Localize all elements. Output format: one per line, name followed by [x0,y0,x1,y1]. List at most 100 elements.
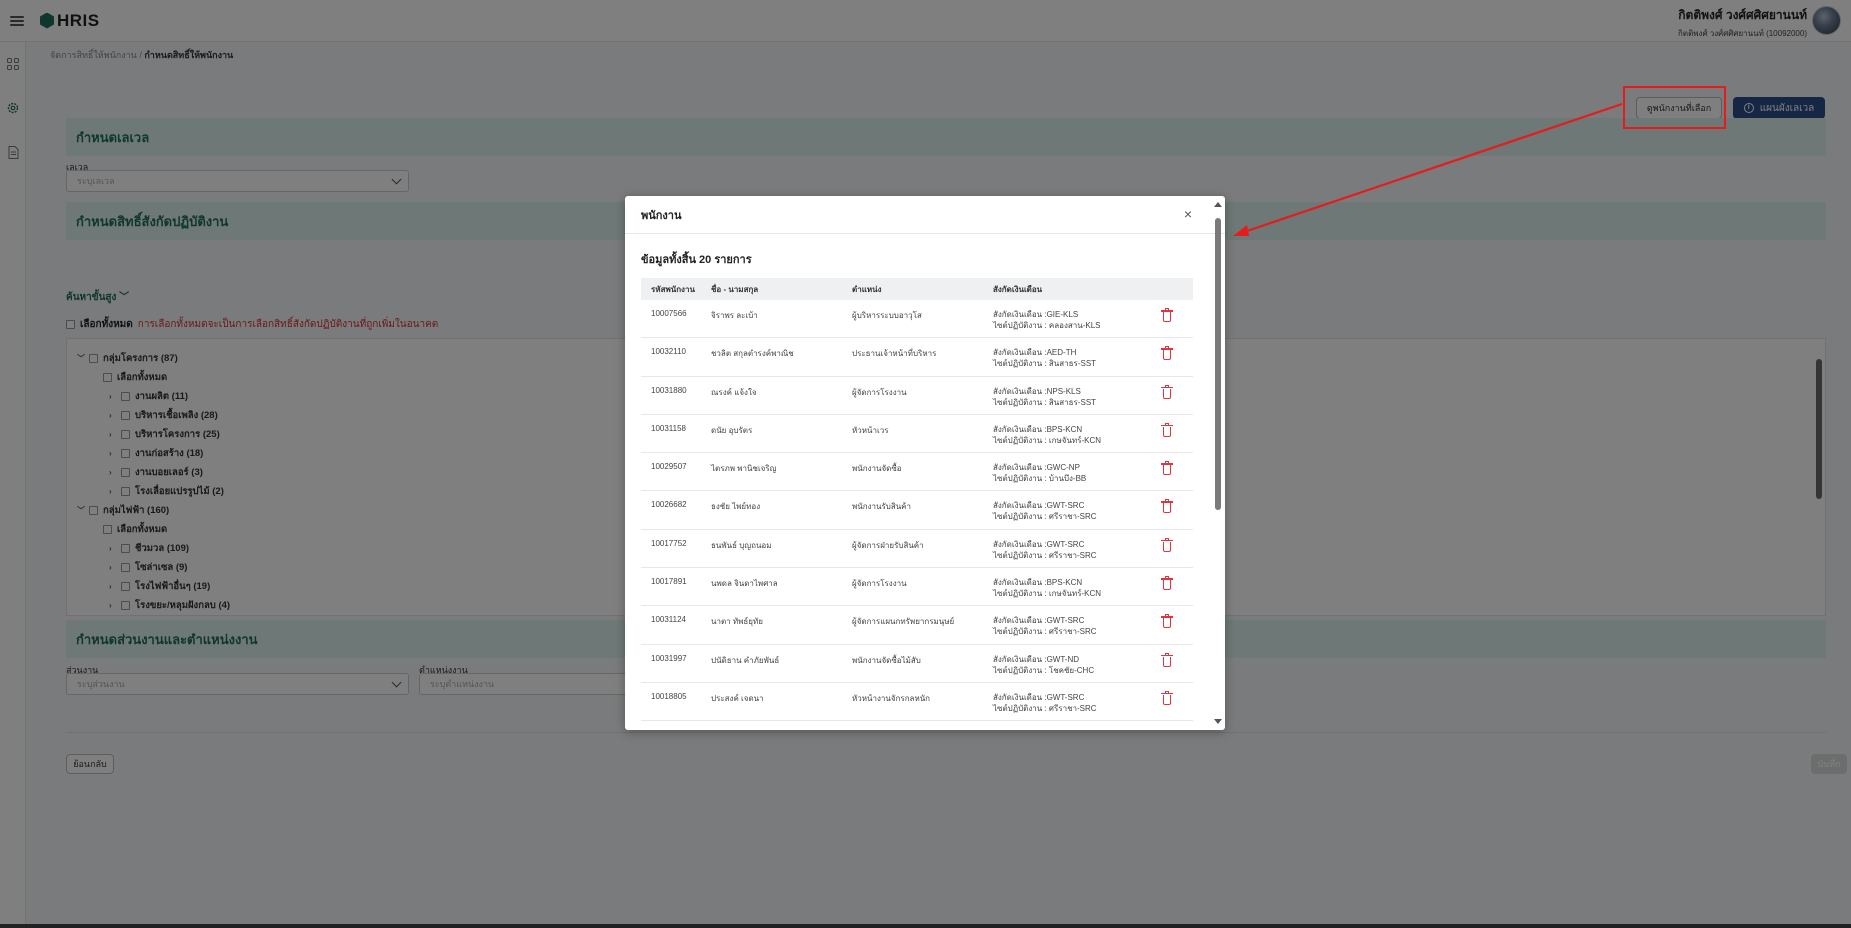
employee-name: ไตรภพ พานิชเจริญ [711,464,777,474]
column-header-name: ชื่อ - นามสกุล [711,284,759,294]
payroll-affiliation: สังกัดเงินเดือน :GIE-KLS [993,310,1079,319]
table-row: 10031158 ดนัย อุบรัตร หัวหน้าเวร สังกัดเงิน… [641,415,1193,454]
employee-name: ณรงค์ แจ้งใจ [711,387,757,397]
table-header: รหัสพนักงาน ชื่อ - นามสกุล ตำแหน่ง สังกั… [641,278,1193,300]
employees-modal: พนักงาน × ข้อมูลทั้งสิ้น 20 รายการ รหัสพ… [625,196,1225,730]
trash-icon[interactable] [1161,652,1173,667]
modal-header: พนักงาน [625,196,1225,234]
employee-id: 10017891 [651,577,687,587]
work-site: ไซต์ปฏิบัติงาน : สินสาธร-SST [993,359,1097,369]
bottom-strip [0,924,1851,928]
employee-id: 10031158 [651,423,686,433]
employee-affiliation: สังกัดเงินเดือน :GWC-NP ไซต์ปฏิบัติงาน : … [993,453,1153,490]
trash-icon[interactable] [1161,576,1173,591]
scroll-down-icon[interactable] [1214,719,1222,724]
work-site: ไซต์ปฏิบัติงาน : ศรีราชา-SRC [993,550,1097,560]
trash-icon[interactable] [1161,537,1173,552]
payroll-affiliation: สังกัดเงินเดือน :BPS-KCN [993,424,1083,434]
table-row: 10007566 จิราพร ละเบ้า ผู้บริหารระบบอาวุโส… [641,300,1193,339]
annotation-highlight-box [1623,86,1726,129]
employee-affiliation: สังกัดเงินเดือน :NPS-KLS ไซต์ปฏิบัติงาน :… [993,377,1153,414]
employee-name: ธงชัย ไพย์ทอง [711,502,761,512]
table-row: 10026682 ธงชัย ไพย์ทอง พนักงานรับสินค้า สัง… [641,491,1193,530]
employee-position: พนักงานรับสินค้า [852,502,912,512]
employee-name: ปนัดิธาน คำภัยพันธ์ [711,655,780,665]
table-row: 10017752 ธนพันธ์ บุญถนอม ผู้จัดการฝ่ายรับส… [641,530,1193,569]
employee-affiliation: สังกัดเงินเดือน :GWT-SRC ไซต์ปฏิบัติงาน :… [993,530,1153,567]
payroll-affiliation: สังกัดเงินเดือน :BPS-KCN [993,578,1083,588]
employee-id: 10017752 [651,538,687,548]
employee-affiliation: สังกัดเงินเดือน :GWT-SRC ไซต์ปฏิบัติงาน :… [993,606,1153,643]
employee-position: ผู้จัดการโรงงาน [852,387,907,397]
employee-position: หัวหน้าเวร [852,425,889,435]
employee-name: ประสงค์ เจดนา [711,693,764,703]
employee-name: นพดล จินดาไพศาล [711,579,778,589]
column-header-payroll: สังกัดเงินเดือน [993,284,1043,294]
column-header-id: รหัสพนักงาน [651,284,695,294]
work-site: ไซต์ปฏิบัติงาน : ศรีราชา-SRC [993,512,1097,522]
employee-affiliation: สังกัดเงินเดือน :GIE-KLS ไซต์ปฏิบัติงาน :… [993,300,1153,337]
payroll-affiliation: สังกัดเงินเดือน :NPS-KLS [993,386,1081,396]
employee-id: 10007566 [651,309,687,318]
trash-icon[interactable] [1161,614,1173,629]
work-site: ไซต์ปฏิบัติงาน : บ้านบึง-BB [993,474,1087,484]
scroll-up-icon[interactable] [1214,202,1222,207]
employee-position: ประธานเจ้าหน้าที่บริหาร [852,349,937,359]
trash-icon[interactable] [1161,461,1173,476]
modal-scroll-thumb[interactable] [1215,218,1221,510]
payroll-affiliation: สังกัดเงินเดือน :GWT-SRC [993,539,1085,549]
table-row: 10029507 ไตรภพ พานิชเจริญ พนักงานจัดซื้อ สั… [641,453,1193,492]
table-row: 10018805 ประสงค์ เจดนา หัวหน้างานจักรกลหนั… [641,683,1193,722]
work-site: ไซต์ปฏิบัติงาน : คลองสาน-KLS [993,321,1101,330]
trash-icon[interactable] [1161,690,1173,705]
employee-affiliation: สังกัดเงินเดือน :AED-TH ไซต์ปฏิบัติงาน : … [993,338,1153,375]
payroll-affiliation: สังกัดเงินเดือน :GWC-NP [993,463,1080,473]
employees-table: รหัสพนักงาน ชื่อ - นามสกุล ตำแหน่ง สังกั… [641,278,1193,722]
employee-position: หัวหน้างานจักรกลหนัก [852,693,931,703]
trash-icon[interactable] [1161,499,1173,514]
payroll-affiliation: สังกัดเงินเดือน :GWT-ND [993,654,1080,664]
table-row: 10032110 ชวลิต สกุลตำรงค์พาณิช ประธานเจ้าห… [641,338,1193,377]
employee-id: 10031124 [651,615,686,625]
employee-name: นาตา ทัพธ์ยุทัย [711,617,763,627]
work-site: ไซต์ปฏิบัติงาน : ศรีราชา-SRC [993,703,1097,713]
employee-affiliation: สังกัดเงินเดือน :BPS-KCN ไซต์ปฏิบัติงาน :… [993,568,1153,605]
trash-icon[interactable] [1161,346,1173,361]
work-site: ไซต์ปฏิบัติงาน : สินสาธร-SST [993,397,1097,407]
employee-position: ผู้บริหารระบบอาวุโส [852,311,922,320]
modal-title: พนักงาน [641,209,682,222]
employee-id: 10032110 [651,347,686,357]
table-row: 10031124 นาตา ทัพธ์ยุทัย ผู้จัดการแผนกทรัพ… [641,606,1193,645]
work-site: ไซต์ปฏิบัติงาน : เกษจันทร์-KCN [993,589,1102,599]
employee-position: พนักงานจัดซื้อ [852,464,902,474]
employee-affiliation: สังกัดเงินเดือน :GWT-SRC ไซต์ปฏิบัติงาน :… [993,683,1153,720]
table-body: 10007566 จิราพร ละเบ้า ผู้บริหารระบบอาวุโส… [641,300,1193,722]
payroll-affiliation: สังกัดเงินเดือน :GWT-SRC [993,692,1085,702]
trash-icon[interactable] [1161,308,1173,322]
employee-id: 10031997 [651,653,687,663]
payroll-affiliation: สังกัดเงินเดือน :GWT-SRC [993,616,1085,626]
employee-position: พนักงานจัดซื้อไม้สับ [852,655,921,665]
table-row: 10031880 ณรงค์ แจ้งใจ ผู้จัดการโรงงาน สังกั… [641,377,1193,415]
employee-id: 10018805 [651,691,687,701]
employee-name: จิราพร ละเบ้า [711,311,758,320]
table-row: 10017891 นพดล จินดาไพศาล ผู้จัดการโรงงาน สั… [641,568,1193,607]
employee-name: ดนัย อุบรัตร [711,425,753,435]
work-site: ไซต์ปฏิบัติงาน : เกษจันทร์-KCN [993,435,1102,445]
record-count: ข้อมูลทั้งสิ้น 20 รายการ [641,254,752,266]
table-row: 10031997 ปนัดิธาน คำภัยพันธ์ พนักงานจัดซื้… [641,645,1193,683]
employee-position: ผู้จัดการแผนกทรัพยากรมนุษย์ [852,617,955,627]
column-header-position: ตำแหน่ง [852,284,882,294]
close-icon[interactable]: × [1184,207,1192,221]
payroll-affiliation: สังกัดเงินเดือน :GWT-SRC [993,501,1085,511]
trash-icon[interactable] [1161,422,1173,437]
employee-affiliation: สังกัดเงินเดือน :GWT-ND ไซต์ปฏิบัติงาน : … [993,645,1153,682]
work-site: ไซต์ปฏิบัติงาน : โชคชัย-CHC [993,665,1095,675]
work-site: ไซต์ปฏิบัติงาน : ศรีราชา-SRC [993,627,1097,637]
employee-id: 10031880 [651,385,687,395]
trash-icon[interactable] [1161,384,1173,399]
employee-name: ชวลิต สกุลตำรงค์พาณิช [711,349,794,359]
modal-scrollbar[interactable] [1213,202,1223,724]
employee-affiliation: สังกัดเงินเดือน :GWT-SRC ไซต์ปฏิบัติงาน :… [993,491,1153,528]
employee-id: 10026682 [651,500,687,510]
